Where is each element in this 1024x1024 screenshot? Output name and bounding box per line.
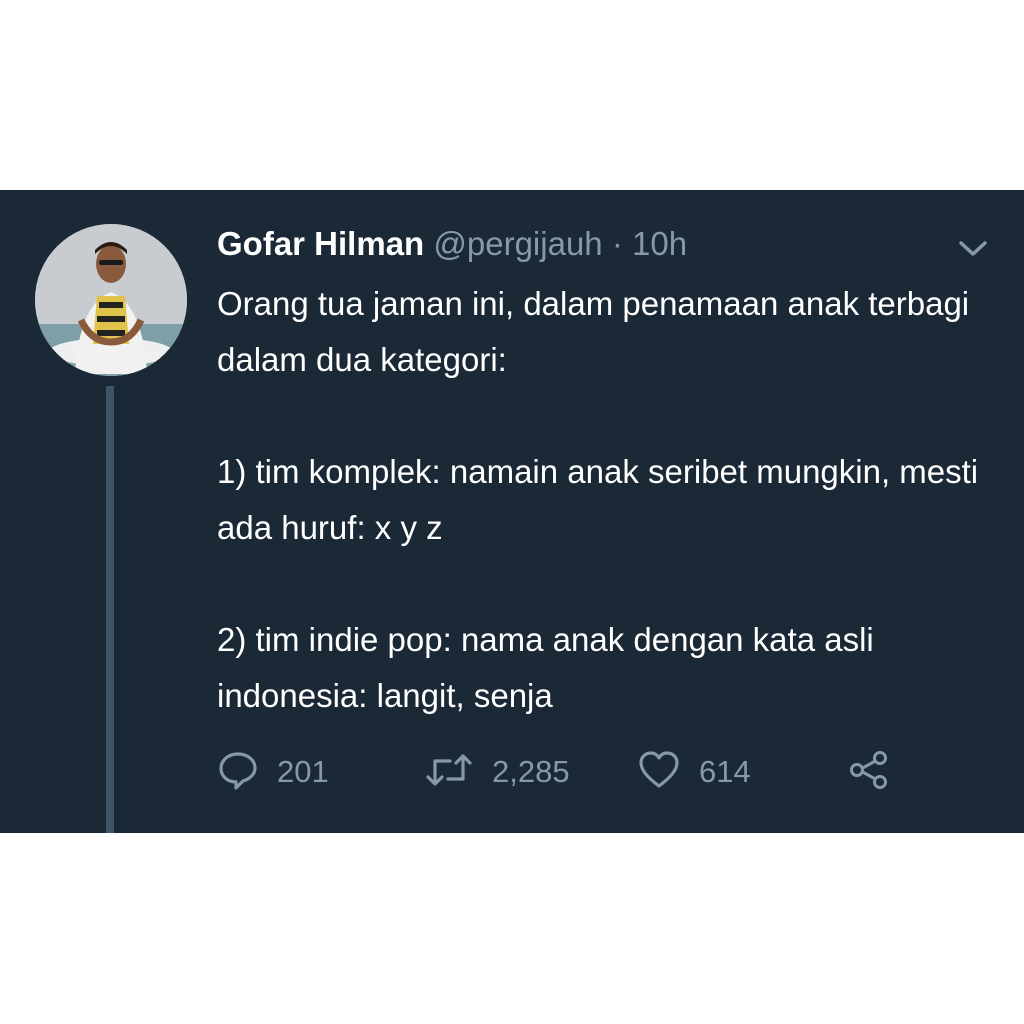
reply-button[interactable]: 201 [217, 748, 329, 796]
avatar-image [35, 224, 187, 376]
tweet-paragraph: Orang tua jaman ini, dalam penamaan anak… [217, 285, 970, 378]
share-button[interactable] [847, 748, 891, 796]
like-button[interactable]: 614 [637, 748, 751, 796]
retweet-count: 2,285 [492, 754, 570, 789]
retweet-button[interactable]: 2,285 [424, 748, 570, 796]
tweet-text: Orang tua jaman ini, dalam penamaan anak… [217, 276, 1007, 724]
tweet-actions: 201 2,285 614 [217, 748, 917, 796]
tweet-card[interactable]: Gofar Hilman @pergijauh · 10h Orang tua … [0, 190, 1024, 833]
share-icon [847, 749, 891, 796]
avatar[interactable] [35, 224, 187, 376]
retweet-icon [424, 749, 474, 796]
reply-icon [217, 749, 259, 796]
thread-line [106, 386, 114, 833]
separator: · [611, 225, 623, 262]
like-count: 614 [699, 754, 751, 789]
tweet-header: Gofar Hilman @pergijauh · 10h [217, 222, 687, 266]
tweet-paragraph: 2) tim indie pop: nama anak dengan kata … [217, 621, 874, 714]
chevron-down-icon[interactable] [956, 236, 990, 260]
timestamp[interactable]: 10h [632, 225, 687, 262]
handle[interactable]: @pergijauh [433, 225, 602, 262]
reply-count: 201 [277, 754, 329, 789]
tweet-paragraph: 1) tim komplek: namain anak seribet mung… [217, 453, 979, 546]
display-name[interactable]: Gofar Hilman [217, 225, 424, 262]
heart-icon [637, 749, 681, 796]
